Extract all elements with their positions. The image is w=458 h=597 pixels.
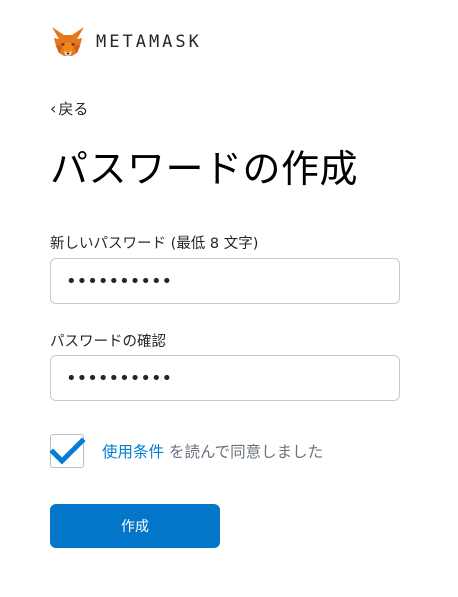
header: METAMASK	[50, 24, 202, 60]
terms-of-use-link[interactable]: 使用条件	[102, 443, 164, 461]
terms-rest-text: を読んで同意しました	[164, 443, 324, 461]
back-label: 戻る	[58, 100, 89, 118]
terms-agreement: 使用条件 を読んで同意しました	[49, 434, 323, 468]
metamask-fox-icon	[52, 27, 84, 56]
new-password-input[interactable]	[50, 258, 400, 304]
terms-text: 使用条件 を読んで同意しました	[102, 440, 323, 462]
chevron-left-icon: ‹	[50, 98, 57, 118]
new-password-label: 新しいパスワード (最低 8 文字)	[50, 236, 259, 252]
create-button[interactable]: 作成	[50, 504, 220, 548]
confirm-password-label: パスワードの確認	[50, 334, 166, 350]
confirm-password-input[interactable]	[50, 355, 400, 401]
back-link[interactable]: ‹ 戻る	[50, 98, 88, 119]
page-title: パスワードの作成	[50, 147, 359, 191]
terms-checkbox[interactable]	[49, 434, 86, 468]
checkmark-icon	[49, 437, 86, 465]
brand-name: METAMASK	[96, 32, 202, 52]
